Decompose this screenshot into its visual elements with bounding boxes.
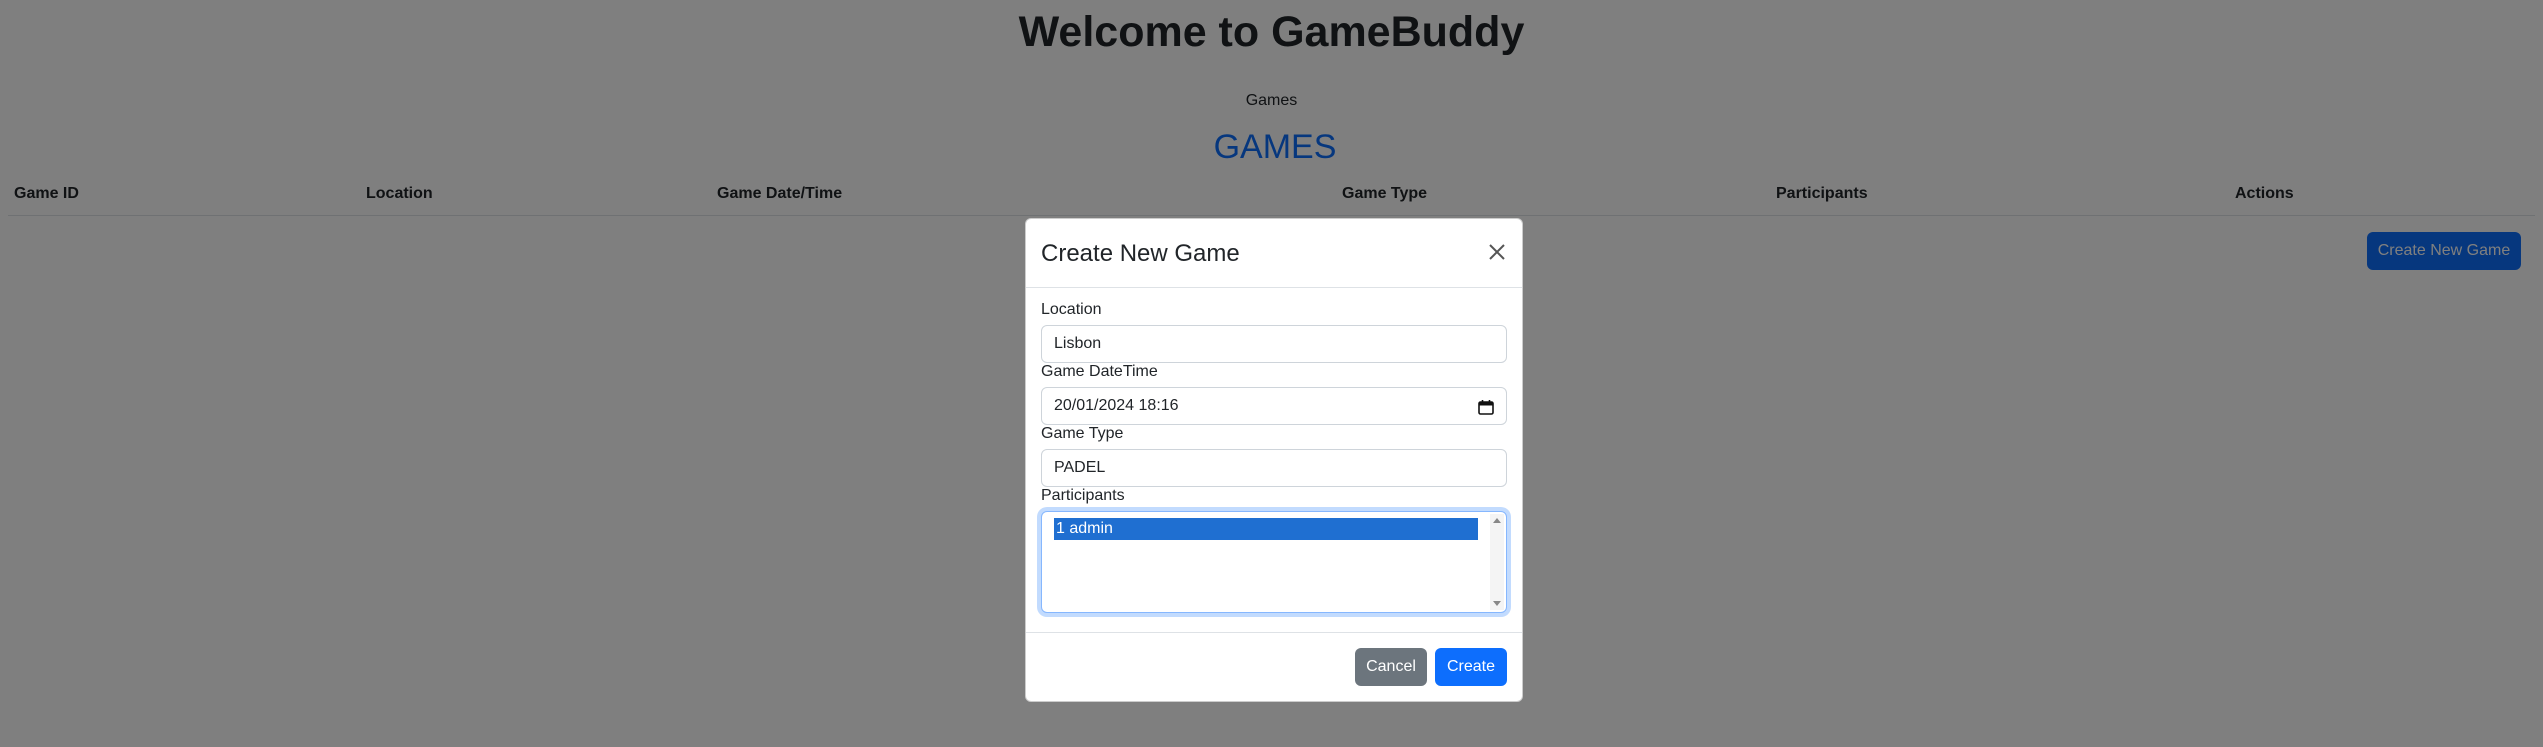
game-datetime-label: Game DateTime	[1041, 363, 1158, 380]
calendar-icon[interactable]	[1478, 399, 1494, 415]
game-datetime-input[interactable]: 20/01/2024 18:16	[1041, 387, 1507, 425]
location-label: Location	[1041, 301, 1102, 318]
game-type-label: Game Type	[1041, 425, 1124, 442]
close-icon[interactable]	[1484, 239, 1510, 265]
modal-title: Create New Game	[1041, 240, 1240, 267]
game-datetime-value: 20/01/2024 18:16	[1054, 397, 1179, 414]
modal-header: Create New Game	[1026, 219, 1522, 288]
scroll-up-arrow-icon[interactable]	[1493, 518, 1501, 523]
game-type-input[interactable]: PADEL	[1041, 449, 1507, 487]
cancel-button[interactable]: Cancel	[1355, 648, 1427, 686]
create-game-modal: Create New Game Location Lisbon Game Dat…	[1025, 218, 1523, 702]
modal-footer: Cancel Create	[1026, 632, 1522, 701]
participants-select[interactable]: 1 admin	[1041, 511, 1507, 613]
participants-scrollbar[interactable]	[1490, 514, 1504, 610]
participants-label: Participants	[1041, 487, 1125, 504]
scroll-down-arrow-icon[interactable]	[1493, 601, 1501, 606]
location-input[interactable]: Lisbon	[1041, 325, 1507, 363]
participant-option-1-admin[interactable]: 1 admin	[1054, 518, 1478, 540]
create-button[interactable]: Create	[1435, 648, 1507, 686]
